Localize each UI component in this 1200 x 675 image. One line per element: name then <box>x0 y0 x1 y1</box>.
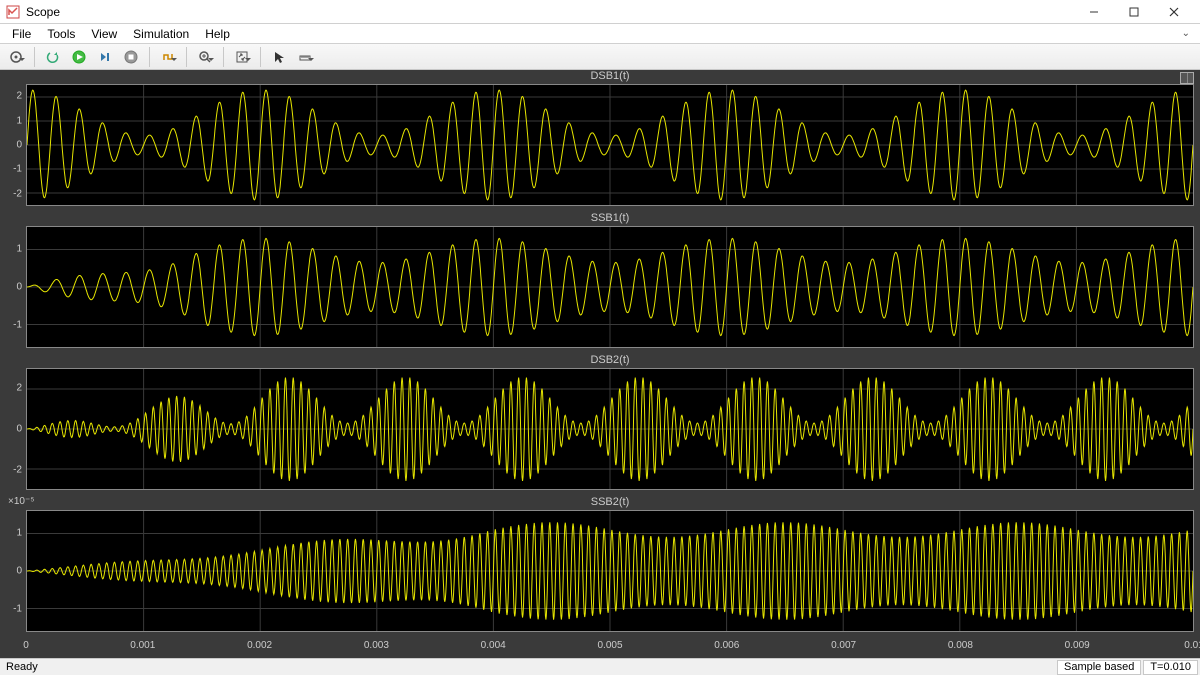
plot-frame[interactable] <box>26 368 1194 490</box>
x-tick-label: 0.001 <box>130 640 155 651</box>
cursor-button[interactable] <box>267 46 291 68</box>
y-tick-label: -1 <box>0 320 22 331</box>
y-tick-label: -1 <box>0 164 22 175</box>
play-button[interactable] <box>67 46 91 68</box>
plot-frame[interactable] <box>26 510 1194 632</box>
y-tick-label: 0 <box>0 140 22 151</box>
menu-help[interactable]: Help <box>197 24 238 43</box>
app-icon <box>6 5 20 19</box>
x-tick-label: 0.006 <box>714 640 739 651</box>
y-tick-label: 2 <box>0 91 22 102</box>
restart-button[interactable] <box>41 46 65 68</box>
close-button[interactable] <box>1154 0 1194 24</box>
plot-DSB2(t)[interactable]: DSB2(t)-202 <box>26 356 1194 492</box>
menu-file[interactable]: File <box>4 24 39 43</box>
x-tick-label: 0.007 <box>831 640 856 651</box>
y-tick-label: 0 <box>0 282 22 293</box>
scope-area: DSB1(t)-2-1012SSB1(t)-101DSB2(t)-202SSB2… <box>0 70 1200 658</box>
stop-button[interactable] <box>119 46 143 68</box>
triggers-button[interactable] <box>156 46 180 68</box>
menu-simulation[interactable]: Simulation <box>125 24 197 43</box>
x-tick-label: 0.01 <box>1184 640 1200 651</box>
plot-title: DSB2(t) <box>26 354 1194 366</box>
y-tick-label: 1 <box>0 527 22 538</box>
y-tick-label: 1 <box>0 243 22 254</box>
x-tick-label: 0.003 <box>364 640 389 651</box>
menubar: File Tools View Simulation Help ⌄ <box>0 24 1200 44</box>
y-tick-label: 1 <box>0 115 22 126</box>
menu-tools[interactable]: Tools <box>39 24 83 43</box>
toolbar <box>0 44 1200 70</box>
status-mode: Sample based <box>1057 660 1141 675</box>
step-button[interactable] <box>93 46 117 68</box>
plot-SSB1(t)[interactable]: SSB1(t)-101 <box>26 214 1194 350</box>
plot-frame[interactable] <box>26 84 1194 206</box>
plot-frame[interactable] <box>26 226 1194 348</box>
y-tick-label: -2 <box>0 188 22 199</box>
x-axis: 0 0.001 0.002 0.003 0.004 0.005 0.006 0.007 0.00… <box>26 640 1194 656</box>
plot-title: SSB2(t) <box>26 496 1194 508</box>
maximize-button[interactable] <box>1114 0 1154 24</box>
minimize-button[interactable] <box>1074 0 1114 24</box>
statusbar: Ready Sample based T=0.010 <box>0 658 1200 675</box>
menubar-overflow-icon[interactable]: ⌄ <box>1176 28 1196 39</box>
plot-title: DSB1(t) <box>26 70 1194 82</box>
status-time: T=0.010 <box>1143 660 1198 675</box>
titlebar: Scope <box>0 0 1200 24</box>
x-tick-label: 0 <box>23 640 29 651</box>
x-tick-label: 0.002 <box>247 640 272 651</box>
settings-button[interactable] <box>4 46 28 68</box>
plot-title: SSB1(t) <box>26 212 1194 224</box>
x-tick-label: 0.004 <box>481 640 506 651</box>
y-tick-label: 0 <box>0 566 22 577</box>
x-tick-label: 0.009 <box>1065 640 1090 651</box>
y-tick-label: -2 <box>0 464 22 475</box>
window-title: Scope <box>26 5 60 19</box>
y-tick-label: 2 <box>0 383 22 394</box>
status-ready: Ready <box>2 661 38 673</box>
x-tick-label: 0.005 <box>597 640 622 651</box>
menu-view[interactable]: View <box>83 24 125 43</box>
zoom-button[interactable] <box>193 46 217 68</box>
y-tick-label: 0 <box>0 424 22 435</box>
autoscale-button[interactable] <box>230 46 254 68</box>
plot-DSB1(t)[interactable]: DSB1(t)-2-1012 <box>26 72 1194 208</box>
y-tick-label: -1 <box>0 604 22 615</box>
x-tick-label: 0.008 <box>948 640 973 651</box>
y-exponent-label: ×10⁻⁵ <box>8 496 34 507</box>
measurements-button[interactable] <box>293 46 317 68</box>
plot-SSB2(t)[interactable]: SSB2(t)×10⁻⁵-101 <box>26 498 1194 634</box>
